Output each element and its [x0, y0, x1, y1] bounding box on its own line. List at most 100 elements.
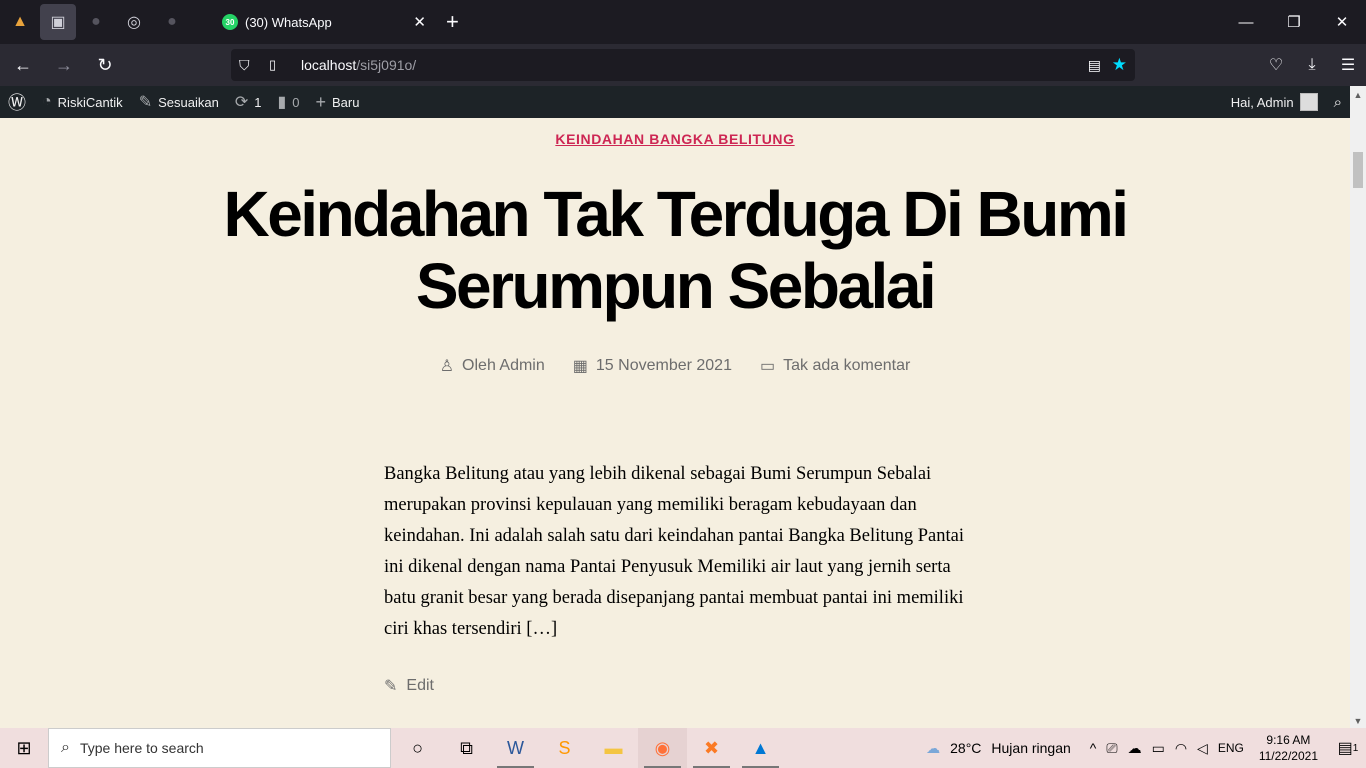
chevron-up-icon[interactable]: ^	[1090, 740, 1097, 756]
post-title[interactable]: Keindahan Tak Terduga Di Bumi Serumpun S…	[175, 178, 1175, 322]
new-tab-button[interactable]: +	[446, 9, 459, 35]
dashboard-icon: ◔	[42, 93, 52, 110]
tab-title: (30) WhatsApp	[245, 14, 332, 30]
tab-whatsapp[interactable]: 30 (30) WhatsApp ✕	[208, 4, 438, 40]
clock[interactable]: 9:16 AM 11/22/2021	[1259, 732, 1318, 764]
back-icon[interactable]: ←	[5, 47, 41, 83]
notification-icon[interactable]: ▤ 1	[1330, 738, 1366, 758]
toolbar-right: ♡ ⤓ ☰	[1258, 44, 1366, 86]
updates-link[interactable]: ⟳ 1	[227, 86, 270, 118]
edit-link[interactable]: ✎ Edit	[384, 676, 434, 696]
reader-view-icon[interactable]: ▤	[1088, 57, 1101, 74]
new-label: Baru	[332, 94, 360, 110]
restore-icon[interactable]: ❐	[1270, 0, 1318, 44]
my-account-link[interactable]: Hai, Admin	[1223, 86, 1326, 118]
post-author[interactable]: ♙ Oleh Admin	[440, 356, 545, 376]
url-host: localhost	[301, 57, 357, 73]
cloud-offline-icon[interactable]: ☁	[1128, 740, 1142, 757]
taskbar-search[interactable]: ⌕ Type here to search	[48, 728, 391, 768]
browser-nav-bar: ← → ↻ ⛉ ▯ localhost/si5j091o/ ▤ ★ ♡ ⤓ ☰	[0, 44, 1366, 86]
scroll-down-icon[interactable]: ▼	[1350, 716, 1366, 726]
windows-taskbar: ⊞ ⌕ Type here to search ○ ⧉ W S ▬ ◉ ✖ ▲ …	[0, 728, 1366, 768]
brush-icon: ✎	[138, 94, 153, 111]
shield-icon[interactable]: ⛉	[239, 57, 259, 74]
whatsapp-icon: 30	[222, 14, 238, 30]
xampp-icon[interactable]: ✖	[687, 728, 736, 768]
url-bar[interactable]: ⛉ ▯ localhost/si5j091o/ ▤ ★	[231, 49, 1135, 81]
scrollbar-thumb[interactable]	[1353, 152, 1363, 188]
clock-time: 9:16 AM	[1266, 733, 1311, 747]
post-comments[interactable]: ▭ Tak ada komentar	[760, 356, 910, 376]
photos-icon[interactable]: ▲	[736, 728, 785, 768]
comments-count: 0	[292, 94, 300, 110]
pinned-tab-app-icon[interactable]: ▲	[2, 4, 38, 40]
edit-icon: ✎	[384, 678, 398, 695]
weather-temp[interactable]: 28°C	[950, 740, 981, 756]
post-excerpt: Bangka Belitung atau yang lebih dikenal …	[384, 464, 964, 639]
weather-desc[interactable]: Hujan ringan	[991, 740, 1070, 756]
sublime-text-icon[interactable]: S	[540, 728, 589, 768]
author-label: Oleh Admin	[462, 357, 545, 374]
file-explorer-icon[interactable]: ▬	[589, 728, 638, 768]
scroll-up-icon[interactable]: ▲	[1350, 90, 1366, 100]
search-placeholder: Type here to search	[79, 740, 204, 756]
downloads-icon[interactable]: ⤓	[1294, 44, 1330, 86]
bookmark-star-icon[interactable]: ★	[1112, 55, 1127, 75]
meet-now-icon[interactable]: ⎚	[1106, 740, 1117, 757]
browser-tab-strip: ▲ ▣ ● ◎ ● 30 (30) WhatsApp ✕ + — ❐ ✕	[0, 0, 1366, 44]
close-window-icon[interactable]: ✕	[1318, 0, 1366, 44]
greeting: Hai, Admin	[1230, 94, 1294, 110]
pinned-tab-github-icon[interactable]: ●	[78, 4, 114, 40]
site-name-link[interactable]: ◔ RiskiCantik	[34, 86, 131, 118]
word-icon[interactable]: W	[491, 728, 540, 768]
forward-icon[interactable]: →	[46, 47, 82, 83]
comment-bubble-icon: ▭	[759, 358, 776, 375]
post-meta: ♙ Oleh Admin ▦ 15 November 2021 ▭ Tak ad…	[0, 356, 1350, 376]
minimize-icon[interactable]: —	[1222, 0, 1270, 44]
battery-icon[interactable]: ▭	[1152, 740, 1165, 757]
clock-date: 11/22/2021	[1258, 749, 1318, 763]
url-text[interactable]: localhost/si5j091o/	[301, 57, 416, 73]
comment-icon: ▮	[277, 94, 287, 111]
date-label: 15 November 2021	[595, 357, 732, 374]
page-scrollbar[interactable]: ▲ ▼	[1350, 86, 1366, 728]
cortana-icon[interactable]: ○	[393, 728, 442, 768]
pocket-icon[interactable]: ♡	[1258, 44, 1294, 86]
wordpress-logo-icon[interactable]: Ⓦ	[0, 86, 34, 118]
post-content-area: KEINDAHAN BANGKA BELITUNG Keindahan Tak …	[0, 118, 1350, 728]
window-controls: — ❐ ✕	[1222, 0, 1366, 44]
search-icon: ⌕	[61, 739, 70, 756]
customize-label: Sesuaikan	[158, 94, 219, 110]
wifi-icon[interactable]: ◠	[1175, 740, 1187, 757]
wp-admin-bar: Ⓦ ◔ RiskiCantik ✎ Sesuaikan ⟳ 1 ▮ 0 + Ba…	[0, 86, 1350, 118]
post-date[interactable]: ▦ 15 November 2021	[573, 356, 732, 376]
task-view-icon[interactable]: ⧉	[442, 728, 491, 768]
search-icon[interactable]: ⌕	[1326, 86, 1350, 118]
close-tab-icon[interactable]: ✕	[413, 13, 426, 31]
reload-icon[interactable]: ↻	[87, 47, 123, 83]
admin-bar-right: Hai, Admin ⌕	[1223, 86, 1350, 118]
notification-count: 1	[1352, 742, 1359, 754]
comments-link[interactable]: ▮ 0	[269, 86, 307, 118]
new-content-link[interactable]: + Baru	[308, 86, 368, 118]
updates-count: 1	[254, 94, 262, 110]
comments-label: Tak ada komentar	[783, 357, 911, 374]
menu-icon[interactable]: ☰	[1330, 44, 1366, 86]
windows-start-icon[interactable]: ⊞	[0, 728, 48, 768]
plus-icon: +	[315, 91, 327, 112]
person-icon: ♙	[439, 358, 455, 375]
updates-icon: ⟳	[234, 94, 249, 111]
system-tray: ☁ 28°C Hujan ringan ^ ⎚ ☁ ▭ ◠ ◁ ENG 9:16…	[921, 728, 1366, 768]
firefox-icon[interactable]: ◉	[638, 728, 687, 768]
weather-icon[interactable]: ☁	[926, 740, 940, 757]
pinned-tab-image-icon[interactable]: ▣	[40, 4, 76, 40]
post-category-link[interactable]: KEINDAHAN BANGKA BELITUNG	[0, 131, 1350, 147]
language-indicator[interactable]: ENG	[1218, 741, 1244, 755]
volume-icon[interactable]: ◁	[1197, 740, 1208, 757]
pinned-tab-github-icon-2[interactable]: ●	[154, 4, 190, 40]
customize-link[interactable]: ✎ Sesuaikan	[131, 86, 227, 118]
avatar	[1299, 93, 1318, 111]
pinned-tab-globe-icon[interactable]: ◎	[116, 4, 152, 40]
edit-label: Edit	[406, 677, 434, 694]
page-info-icon[interactable]: ▯	[269, 57, 289, 73]
